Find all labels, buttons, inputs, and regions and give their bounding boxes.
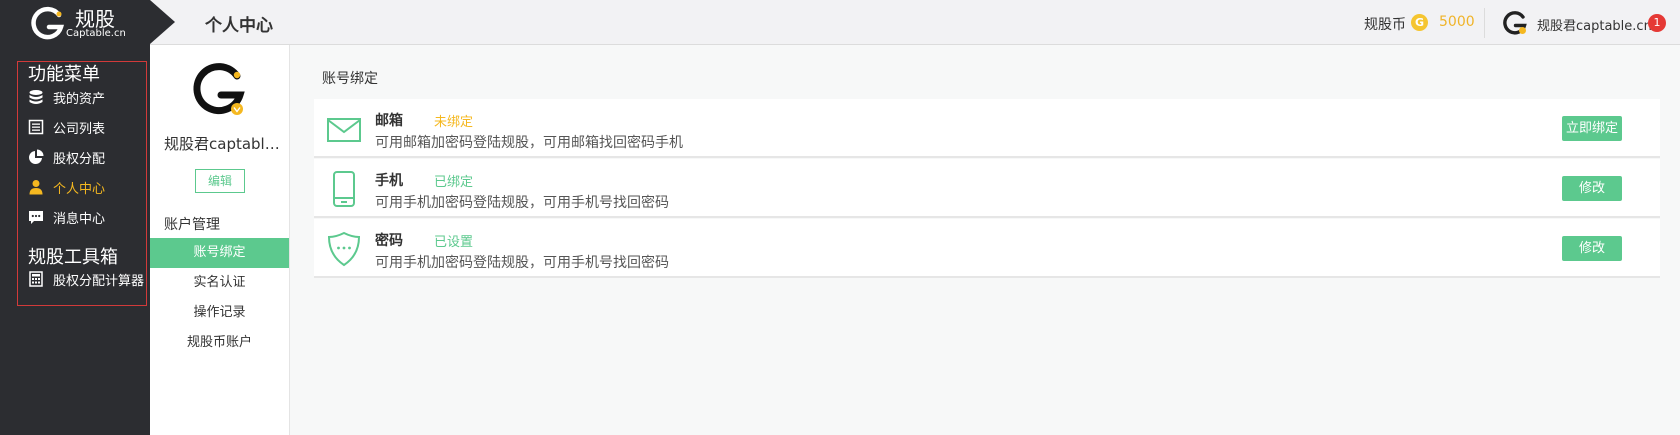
binding-status: 已绑定 [434,175,474,190]
menu-box: 功能菜单 我的资产 公司列表 股权分配 个人中心 消息中心 规股工具箱 股权分配… [17,61,147,306]
database-icon [29,90,43,104]
user-avatar-icon[interactable] [1502,10,1528,36]
coin-label: 规股币 [1364,17,1406,33]
bind-now-button[interactable]: 立即绑定 [1562,116,1622,141]
sidebar-item-label: 股权分配计算器 [53,273,145,289]
header-user-name[interactable]: 规股君captable.cn [1537,15,1652,34]
phone-icon [333,171,355,207]
tools-heading: 规股工具箱 [28,247,118,268]
binding-status: 已设置 [434,235,474,250]
binding-description: 可用手机加密码登陆规股，可用手机号找回密码 [375,195,669,211]
list-icon [28,119,44,135]
main-sidebar: 功能菜单 我的资产 公司列表 股权分配 个人中心 消息中心 规股工具箱 股权分配… [0,45,150,435]
binding-card-email: 邮箱 未绑定 可用邮箱加密码登陆规股，可用邮箱找回密码手机 立即绑定 [314,99,1660,158]
sidebar-item-equity[interactable]: 股权分配 [28,146,105,168]
brand-logo-icon [31,6,65,40]
brand-block[interactable]: 规股 Captable.cn [0,0,150,45]
account-subnav: 规股君captable.cn 编辑 账户管理 账号绑定 实名认证 操作记录 规股… [150,45,290,435]
sidebar-item-assets[interactable]: 我的资产 [28,86,105,108]
modify-password-button[interactable]: 修改 [1562,236,1622,261]
binding-title: 邮箱 [375,113,403,129]
sidebar-item-calculator[interactable]: 股权分配计算器 [28,268,144,290]
menu-heading: 功能菜单 [28,64,100,85]
profile-name: 规股君captable.cn [164,135,282,153]
notification-badge[interactable]: 1 [1648,14,1666,32]
shield-icon [327,231,361,267]
subnav-item-verification[interactable]: 实名认证 [150,268,289,298]
message-icon [29,211,43,224]
binding-description: 可用手机加密码登陆规股，可用手机号找回密码 [375,255,669,271]
binding-description: 可用邮箱加密码登陆规股，可用邮箱找回密码手机 [375,135,683,151]
page-title: 个人中心 [205,16,273,36]
sidebar-item-label: 股权分配 [53,151,106,167]
sidebar-item-label: 公司列表 [53,121,106,137]
sidebar-item-label: 个人中心 [53,181,106,197]
brand-subtitle: Captable.cn [66,28,126,39]
user-icon [29,180,43,195]
brand-arrow [150,0,175,44]
sidebar-item-profile[interactable]: 个人中心 [28,176,105,198]
subnav-item-coin-account[interactable]: 规股币账户 [150,328,289,358]
subnav-item-operation-log[interactable]: 操作记录 [150,298,289,328]
subnav-item-account-binding[interactable]: 账号绑定 [150,238,289,268]
modify-phone-button[interactable]: 修改 [1562,176,1622,201]
coin-icon: G [1411,14,1428,31]
edit-profile-button[interactable]: 编辑 [195,169,245,193]
coin-balance[interactable]: 5000 [1439,14,1475,30]
binding-title: 手机 [375,173,403,189]
section-title: 账号绑定 [322,71,378,87]
binding-status: 未绑定 [434,115,474,130]
sidebar-item-label: 我的资产 [53,91,106,107]
mail-icon [327,118,361,142]
pie-chart-icon [29,149,44,164]
calculator-icon [29,271,43,287]
binding-title: 密码 [375,233,403,249]
top-header: 规股 Captable.cn 个人中心 规股币 G 5000 规股君captab… [0,0,1680,45]
binding-card-password: 密码 已设置 可用手机加密码登陆规股，可用手机号找回密码 修改 [314,219,1660,278]
subnav-heading: 账户管理 [164,217,220,233]
profile-avatar-icon [193,63,245,115]
sidebar-item-label: 消息中心 [53,211,106,227]
header-divider [1484,8,1485,38]
sidebar-item-companies[interactable]: 公司列表 [28,116,105,138]
binding-card-phone: 手机 已绑定 可用手机加密码登陆规股，可用手机号找回密码 修改 [314,159,1660,218]
sidebar-item-messages[interactable]: 消息中心 [28,206,105,228]
